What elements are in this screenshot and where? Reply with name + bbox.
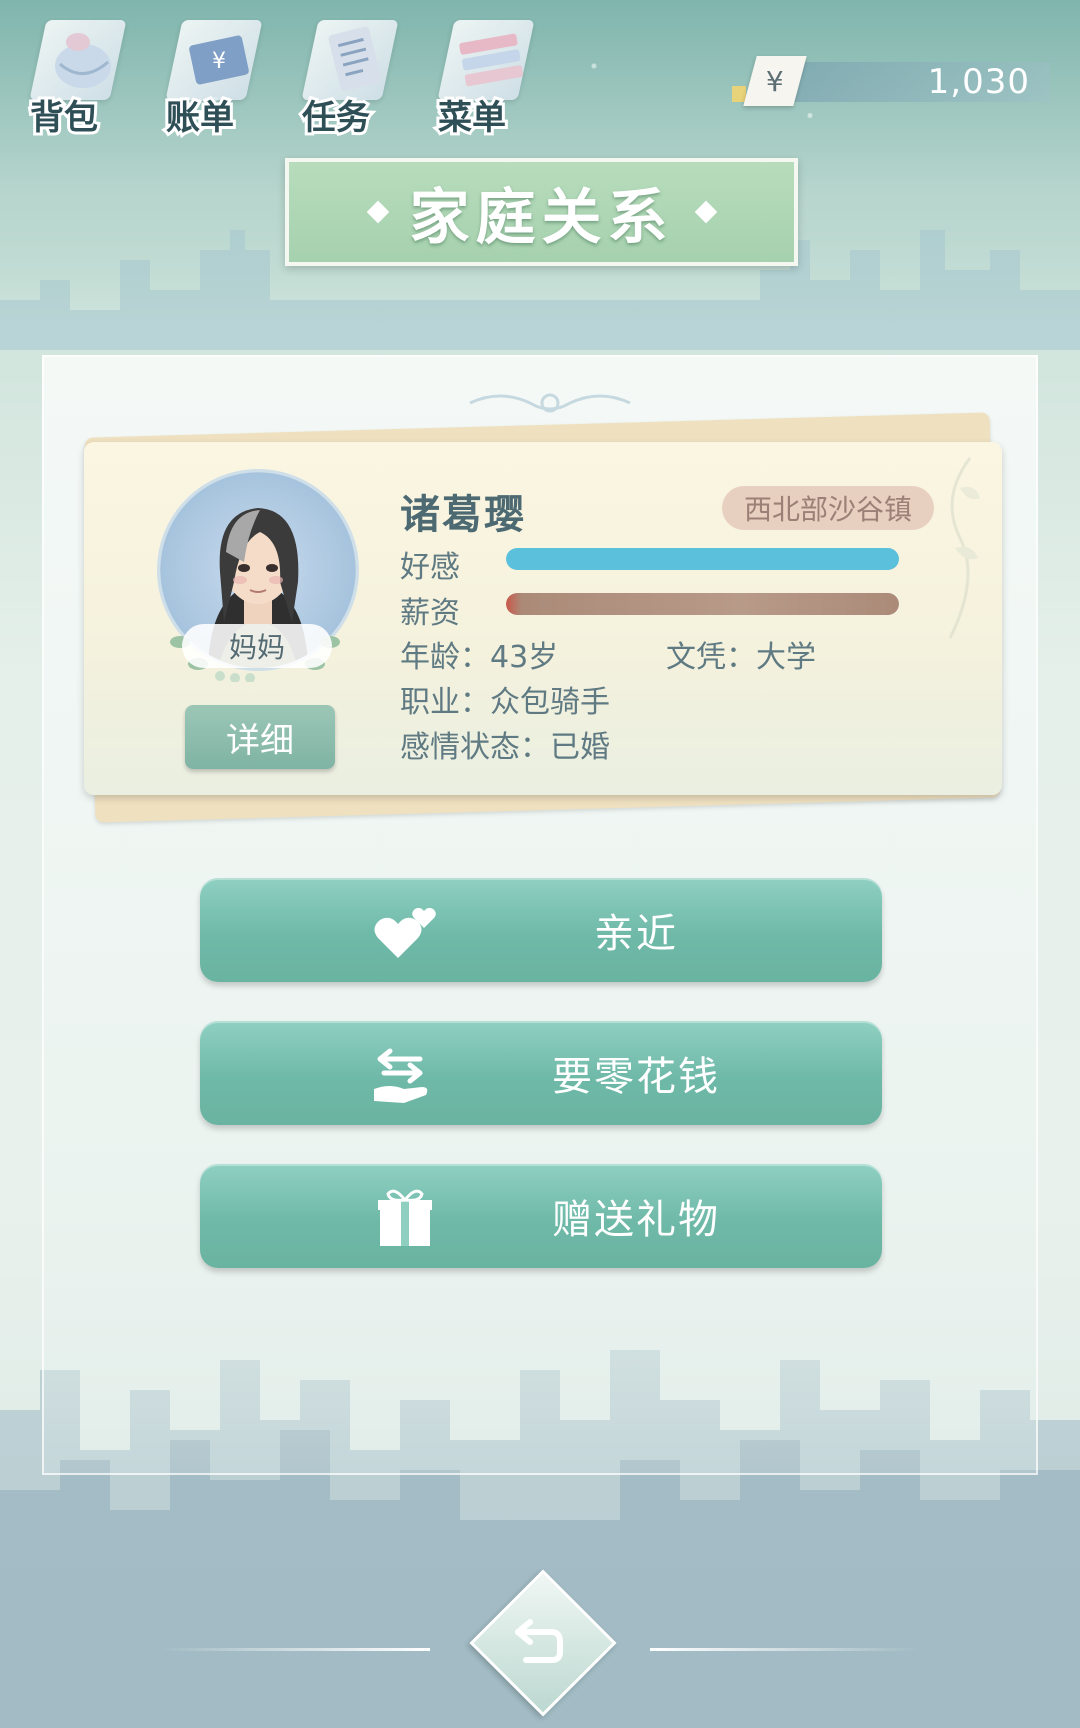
return-arrow-icon [515,1619,563,1663]
salary-label: 薪资 [400,596,460,631]
bill-icon: ¥ [189,35,249,85]
detail-button[interactable]: 详细 [185,705,335,769]
currency-display: ¥ 1,030 [730,56,1070,106]
ask-pocket-money-button[interactable]: 要零花钱 [200,1021,882,1125]
scroll-ornament [469,393,631,413]
diamond-ornament-right [694,200,717,224]
relation-tag: 妈妈 [182,624,332,668]
character-name: 诸葛璎 [400,492,526,538]
back-button[interactable] [469,1569,617,1717]
salary-bar-fill [506,593,899,615]
job-info: 职业：众包骑手 [400,685,610,720]
top-toolbar: 背包 ¥ 账单 任务 菜单 [20,10,538,141]
give-gift-label: 赠送礼物 [552,1197,720,1243]
give-gift-button[interactable]: 赠送礼物 [200,1164,882,1268]
get-close-button[interactable]: 亲近 [200,878,882,982]
page-title: 家庭关系 [409,182,674,253]
bill-button[interactable]: ¥ 账单 [156,10,266,141]
svg-text:¥: ¥ [212,49,226,74]
menu-icon [459,33,524,87]
task-button[interactable]: 任务 [292,10,402,141]
favor-label: 好感 [400,550,460,585]
favor-bar-fill [506,548,899,570]
menu-label: 菜单 [435,95,509,141]
task-label: 任务 [299,95,373,141]
diamond-ornament-left [366,200,389,224]
get-close-label: 亲近 [594,911,678,957]
salary-bar [506,593,899,615]
page-title-plate: 家庭关系 [285,158,798,266]
ask-pocket-money-label: 要零花钱 [552,1054,720,1100]
vine-decoration [948,457,980,639]
favor-bar [506,548,899,570]
relationship-status-info: 感情状态：已婚 [400,730,610,765]
bag-button[interactable]: 背包 [20,10,130,141]
decorative-line-right [650,1648,920,1651]
bag-icon [55,33,111,88]
location-badge: 西北部沙谷镇 [722,486,934,530]
yen-symbol: ¥ [766,64,784,98]
age-info: 年龄：43岁 [400,640,559,675]
bill-label: 账单 [163,95,237,141]
decorative-line-left [160,1648,430,1651]
menu-button[interactable]: 菜单 [428,10,538,141]
currency-amount: 1,030 [927,62,1030,102]
education-info: 文凭：大学 [666,640,816,675]
bag-label: 背包 [27,95,101,141]
task-icon [328,26,382,92]
